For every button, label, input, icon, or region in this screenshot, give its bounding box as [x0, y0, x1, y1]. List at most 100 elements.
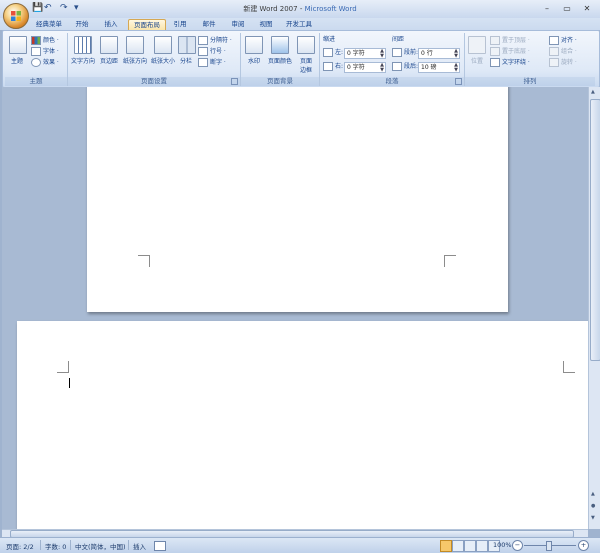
group-label: 组合 · [561, 48, 577, 55]
theme-icon [9, 36, 27, 54]
effects-icon [31, 58, 41, 67]
language-indicator[interactable]: 中文(简体，中国) [75, 541, 126, 551]
full-screen-reading-view-icon[interactable] [452, 540, 464, 552]
tab-mailings[interactable]: 邮件 [197, 19, 221, 30]
status-bar: 页面: 2/2 字数: 0 中文(简体，中国) 插入 100% − + [0, 537, 600, 553]
vertical-scroll-thumb[interactable] [590, 99, 600, 361]
tab-review[interactable]: 审阅 [226, 19, 250, 30]
text-direction-label: 文字方向 [70, 58, 95, 65]
columns-label: 分栏 [179, 58, 192, 65]
group-button[interactable]: 组合 · [549, 47, 577, 56]
page-2[interactable] [17, 321, 588, 529]
theme-effects-button[interactable]: 效果 · [31, 58, 59, 67]
vertical-scrollbar[interactable]: ▲ ▲ ● ▼ [588, 87, 600, 529]
page-size-button[interactable]: 纸张大小 [150, 36, 176, 65]
minimize-button[interactable]: – [540, 3, 554, 14]
page-size-label: 纸张大小 [150, 58, 175, 65]
tab-home[interactable]: 开始 [70, 19, 94, 30]
columns-button[interactable]: 分栏 [178, 36, 196, 65]
align-icon [549, 36, 559, 45]
spacing-before-icon [392, 48, 402, 57]
theme-button[interactable]: 主题 [9, 36, 27, 65]
title-bar: 💾 ↶ ↷ ▾ 新建 Word 2007 - Microsoft Word – … [0, 0, 600, 18]
orientation-button[interactable]: 纸张方向 [122, 36, 148, 65]
theme-colors-button[interactable]: 颜色 · [31, 36, 59, 45]
maximize-button[interactable]: ▭ [560, 3, 574, 14]
orientation-icon [126, 36, 144, 54]
margins-button[interactable]: 页边距 [98, 36, 120, 65]
print-layout-view-icon[interactable] [440, 540, 452, 552]
hyphenation-button[interactable]: 断字 · [198, 58, 226, 67]
previous-page-icon[interactable]: ▲ [591, 491, 598, 498]
send-to-back-button[interactable]: 置于底层 · [490, 47, 530, 56]
indent-right-text: 右: [335, 63, 344, 70]
tab-developer[interactable]: 开发工具 [282, 19, 316, 30]
font-icon [31, 47, 41, 56]
line-numbers-button[interactable]: 行号 · [198, 47, 226, 56]
rotate-button[interactable]: 旋转 · [549, 58, 577, 67]
line-numbers-label: 行号 · [210, 48, 226, 55]
breaks-icon [198, 36, 208, 45]
bring-to-front-label: 置于顶层 · [502, 37, 530, 44]
tab-view[interactable]: 视图 [254, 19, 278, 30]
rotate-icon [549, 58, 559, 67]
zoom-slider-thumb[interactable] [546, 541, 552, 551]
indent-left-input[interactable]: 0 字符 ▲ ▼ [344, 48, 386, 59]
spacing-after-label: 段后: [392, 62, 418, 71]
insert-mode[interactable]: 插入 [133, 541, 146, 551]
office-button[interactable] [3, 3, 29, 29]
next-page-icon[interactable]: ▼ [591, 515, 598, 522]
spacing-before-input[interactable]: 0 行 ▲ ▼ [418, 48, 460, 59]
status-divider [70, 540, 71, 550]
text-wrap-label: 文字环绕 · [502, 59, 530, 66]
page-count[interactable]: 页面: 2/2 [6, 541, 34, 551]
zoom-level[interactable]: 100% [493, 541, 512, 549]
document-title: 新建 Word 2007 [243, 5, 298, 13]
ribbon-tabs: 经典菜单 开始 插入 页面布局 引用 邮件 审阅 视图 开发工具 [0, 18, 600, 31]
theme-fonts-label: 字体 · [43, 48, 59, 55]
tab-insert[interactable]: 插入 [99, 19, 123, 30]
theme-colors-label: 颜色 · [43, 37, 59, 44]
document-area[interactable] [2, 87, 588, 529]
position-button[interactable]: 位置 [468, 36, 486, 65]
spin-arrows-icon[interactable]: ▲ ▼ [454, 49, 458, 59]
page-setup-dialog-launcher-icon[interactable] [231, 78, 238, 85]
spin-arrows-icon[interactable]: ▲ ▼ [380, 49, 384, 59]
crop-mark-top-right-icon [563, 361, 575, 373]
spacing-before-value: 0 行 [421, 50, 433, 57]
spin-arrows-icon[interactable]: ▲ ▼ [454, 63, 458, 73]
page-1[interactable] [87, 87, 508, 312]
text-direction-button[interactable]: 文字方向 [70, 36, 96, 65]
zoom-out-button[interactable]: − [512, 540, 523, 551]
bring-to-front-icon [490, 36, 500, 45]
indent-right-input[interactable]: 0 字符 ▲ ▼ [344, 62, 386, 73]
word-count[interactable]: 字数: 0 [45, 541, 66, 551]
tab-references[interactable]: 引用 [168, 19, 192, 30]
align-button[interactable]: 对齐 · [549, 36, 577, 45]
zoom-in-button[interactable]: + [578, 540, 589, 551]
web-layout-view-icon[interactable] [464, 540, 476, 552]
hyphenation-icon [198, 58, 208, 67]
paragraph-dialog-launcher-icon[interactable] [455, 78, 462, 85]
tab-classic-menu[interactable]: 经典菜单 [32, 19, 66, 30]
macro-record-icon[interactable] [154, 541, 166, 551]
spin-arrows-icon[interactable]: ▲ ▼ [380, 63, 384, 73]
scroll-up-icon[interactable]: ▲ [591, 89, 598, 96]
browse-object-icon[interactable]: ● [591, 503, 598, 510]
breaks-button[interactable]: 分隔符 · [198, 36, 232, 45]
page-borders-button[interactable]: 页面 边框 [296, 36, 316, 74]
bring-to-front-button[interactable]: 置于顶层 · [490, 36, 530, 45]
page-color-button[interactable]: 页面颜色 [267, 36, 293, 65]
theme-group-label: 主题 [5, 77, 67, 86]
page-color-icon [271, 36, 289, 54]
theme-fonts-button[interactable]: 字体 · [31, 47, 59, 56]
crop-mark-top-left-icon [57, 361, 69, 373]
watermark-button[interactable]: 水印 [244, 36, 264, 65]
outline-view-icon[interactable] [476, 540, 488, 552]
page-setup-label-text: 页面设置 [141, 77, 167, 85]
text-wrap-button[interactable]: 文字环绕 · [490, 58, 530, 67]
spacing-after-input[interactable]: 10 磅 ▲ ▼ [418, 62, 460, 73]
margins-icon [100, 36, 118, 54]
page-borders-label-1: 页面 [299, 58, 312, 65]
close-button[interactable]: ✕ [580, 3, 594, 14]
